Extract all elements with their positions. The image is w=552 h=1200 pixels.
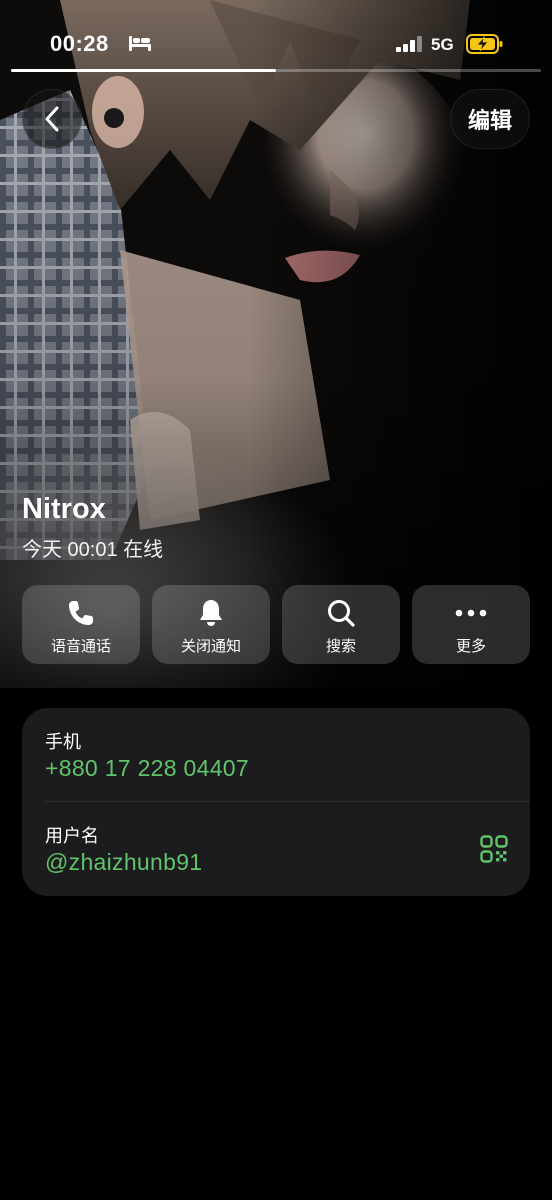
last-seen-status: 今天 00:01 在线 bbox=[22, 539, 164, 561]
bed-icon bbox=[129, 36, 151, 51]
search-button[interactable]: 搜索 bbox=[282, 585, 400, 664]
battery-charging-icon bbox=[466, 34, 503, 54]
profile-header: 00:28 5G 编辑 Nitrox 今天 00:01 在线 语音通话 关闭通知… bbox=[0, 0, 552, 688]
back-button[interactable] bbox=[22, 89, 82, 149]
more-label: 更多 bbox=[455, 638, 486, 655]
signal-bars-icon bbox=[396, 36, 422, 52]
edit-button[interactable]: 编辑 bbox=[450, 89, 530, 149]
story-progress-fill bbox=[11, 69, 276, 72]
story-progress-bar bbox=[11, 69, 541, 72]
bell-icon bbox=[200, 600, 222, 626]
chevron-left-icon bbox=[45, 106, 59, 132]
status-time: 00:28 bbox=[50, 31, 109, 56]
action-bar: 语音通话 关闭通知 搜索 更多 bbox=[22, 585, 530, 664]
more-dots-icon bbox=[455, 609, 487, 617]
status-bar: 00:28 5G bbox=[0, 0, 552, 72]
phone-label: 手机 bbox=[45, 732, 81, 752]
phone-number[interactable]: +880 17 228 04407 bbox=[45, 755, 249, 782]
profile-name: Nitrox bbox=[22, 493, 106, 525]
search-icon bbox=[328, 600, 355, 627]
divider bbox=[45, 801, 530, 802]
username-label: 用户名 bbox=[45, 826, 99, 846]
username-value[interactable]: @zhaizhunb91 bbox=[45, 849, 202, 876]
voice-call-label: 语音通话 bbox=[50, 638, 111, 655]
contact-info-card: 手机 +880 17 228 04407 用户名 @zhaizhunb91 bbox=[22, 708, 530, 896]
mute-notifications-label: 关闭通知 bbox=[180, 638, 241, 655]
network-label: 5G bbox=[431, 35, 454, 54]
more-button[interactable]: 更多 bbox=[412, 585, 530, 664]
phone-icon bbox=[69, 601, 93, 625]
voice-call-button[interactable]: 语音通话 bbox=[22, 585, 140, 664]
search-label: 搜索 bbox=[325, 638, 356, 655]
mute-notifications-button[interactable]: 关闭通知 bbox=[152, 585, 270, 664]
qr-code-icon[interactable] bbox=[480, 835, 508, 863]
